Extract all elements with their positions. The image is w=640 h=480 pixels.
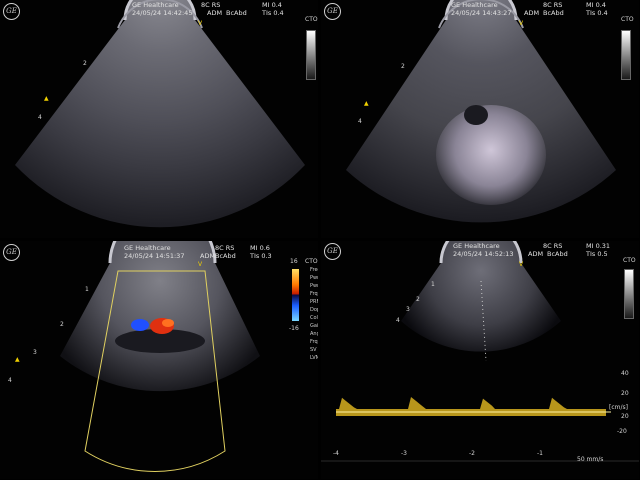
- grey-scale-bar: [306, 30, 316, 80]
- parameter-label: Freq: [310, 267, 318, 273]
- tis-label: TIs 0.3: [250, 252, 272, 260]
- grey-scale-bar: [624, 269, 634, 319]
- tis-label: TIs 0.5: [586, 250, 608, 258]
- user-label: ADM: [528, 250, 544, 258]
- focus-marker-icon: ▲: [15, 356, 20, 363]
- sector-image-1: [15, 0, 305, 228]
- orientation-marker: V: [519, 261, 524, 268]
- user-label: ADM: [524, 9, 540, 17]
- time-tick: -1: [537, 450, 543, 457]
- orientation-marker: V: [198, 20, 203, 27]
- ultrasound-panel-3: GE GE Healthcare 24/05/24 14:51:37 8C RS…: [0, 241, 318, 479]
- brand-label: GE Healthcare: [132, 1, 179, 9]
- time-tick: -3: [401, 450, 407, 457]
- ultrasound-panel-4: GE GE Healthcare 24/05/24 14:52:13 8C RS…: [321, 241, 639, 479]
- tis-label: TIs 0.4: [586, 9, 608, 17]
- cto-label: CTO: [623, 257, 636, 264]
- depth-mark: 4: [358, 118, 362, 125]
- preset-label: BcAbd: [226, 9, 247, 17]
- parameter-label: SV: [310, 347, 317, 353]
- datetime: 24/05/24 14:52:13: [453, 250, 514, 258]
- velocity-tick: 20: [621, 413, 629, 420]
- mi-label: MI 0.6: [250, 244, 270, 252]
- preset-label: BcAbd: [215, 252, 236, 260]
- ge-logo-icon: GE: [3, 3, 20, 20]
- user-label: ADM: [207, 9, 223, 17]
- orientation-marker: V: [198, 261, 203, 268]
- parameter-label: Pwr: [310, 283, 318, 289]
- depth-mark: 4: [38, 114, 42, 121]
- depth-mark: 2: [83, 60, 87, 67]
- preset-label: BcAbd: [547, 250, 568, 258]
- depth-mark: 3: [406, 306, 410, 313]
- tis-label: TIs 0.4: [262, 9, 284, 17]
- parameter-label: Gai: [310, 323, 318, 329]
- sector-image-2: [346, 0, 616, 223]
- ge-logo-icon: GE: [324, 243, 341, 260]
- depth-mark: 1: [431, 281, 435, 288]
- preset-label: BcAbd: [543, 9, 564, 17]
- cto-label: CTO: [305, 16, 318, 23]
- velocity-unit: [cm/s]: [609, 404, 628, 411]
- velocity-tick: 40: [621, 370, 629, 377]
- depth-mark: 2: [60, 321, 64, 328]
- probe-label: 8C RS: [543, 242, 563, 250]
- ge-logo-icon: GE: [3, 244, 20, 261]
- time-tick: -2: [469, 450, 475, 457]
- parameter-label: Pwr: [310, 275, 318, 281]
- depth-mark: 3: [33, 349, 37, 356]
- focus-marker-icon: ▲: [364, 100, 369, 107]
- depth-mark: 1: [85, 286, 89, 293]
- orientation-marker: V: [519, 20, 524, 27]
- parameter-label: Colo: [310, 315, 318, 321]
- grey-scale-bar: [621, 30, 631, 80]
- ultrasound-panel-2: GE GE Healthcare 24/05/24 14:43:27 8C RS…: [321, 0, 639, 238]
- velocity-tick: -20: [617, 428, 627, 435]
- parameter-label: Dop: [310, 307, 318, 313]
- ultrasound-panel-1: GE GE Healthcare 24/05/24 14:42:45 8C RS…: [0, 0, 318, 238]
- parameter-label: LVM: [310, 355, 318, 361]
- brand-label: GE Healthcare: [451, 1, 498, 9]
- mi-label: MI 0.4: [262, 1, 282, 9]
- ge-logo-icon: GE: [324, 3, 341, 20]
- mi-label: MI 0.4: [586, 1, 606, 9]
- datetime: 24/05/24 14:42:45: [132, 9, 193, 17]
- datetime: 24/05/24 14:51:37: [124, 252, 185, 260]
- depth-mark: 4: [8, 377, 12, 384]
- cto-label: CTO: [305, 258, 318, 265]
- parameter-label: Frq: [310, 291, 318, 297]
- probe-label: 8C RS: [543, 1, 563, 9]
- spectral-waveform: [336, 397, 606, 416]
- depth-mark: 2: [416, 296, 420, 303]
- time-tick: -4: [333, 450, 339, 457]
- scale-bottom: -16: [289, 325, 299, 332]
- parameter-label: Ang: [310, 331, 318, 337]
- cto-label: CTO: [621, 16, 634, 23]
- brand-label: GE Healthcare: [453, 242, 500, 250]
- mi-label: MI 0.31: [586, 242, 611, 250]
- focus-marker-icon: ▲: [44, 95, 49, 102]
- color-scale-bar: [292, 269, 299, 321]
- velocity-tick: 20: [621, 390, 629, 397]
- datetime: 24/05/24 14:43:27: [451, 9, 512, 17]
- probe-label: 8C RS: [215, 244, 235, 252]
- scale-top: 16: [290, 258, 298, 265]
- sector-image-3: [60, 241, 260, 472]
- probe-label: 8C RS: [201, 1, 221, 9]
- user-label: ADM: [200, 252, 216, 260]
- time-scale: 50 mm/s: [577, 456, 604, 463]
- depth-mark: 4: [396, 317, 400, 324]
- brand-label: GE Healthcare: [124, 244, 171, 252]
- depth-mark: 2: [401, 63, 405, 70]
- parameter-label: Frq: [310, 339, 318, 345]
- parameter-label: PRF: [310, 299, 318, 305]
- sector-image-4: [321, 241, 639, 462]
